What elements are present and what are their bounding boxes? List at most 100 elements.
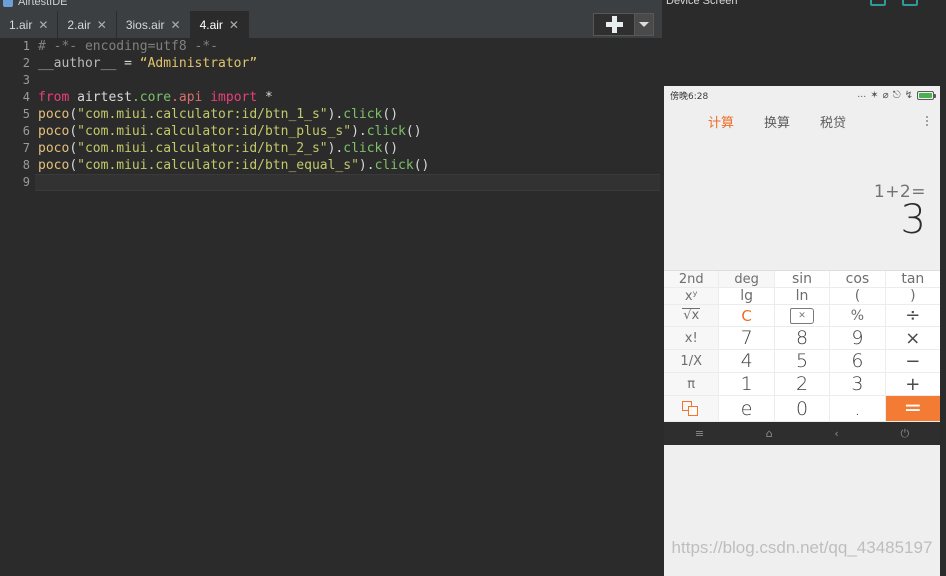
editor-tab-label: 3ios.air: [125, 17, 165, 32]
calculator-key-[interactable]: ): [885, 288, 940, 304]
calculator-key-5[interactable]: 5: [774, 350, 831, 372]
code-token: (): [405, 124, 422, 139]
calculator-key-label: +: [905, 373, 921, 395]
battery-icon: [917, 90, 936, 100]
calculator-key-[interactable]: =: [885, 396, 940, 421]
calculator-key-2[interactable]: 2: [774, 373, 831, 395]
code-token: airtest: [69, 90, 132, 105]
editor-tab[interactable]: 3ios.air ✕: [116, 11, 191, 38]
calculator-key-ln[interactable]: ln: [774, 288, 831, 304]
code-token: (): [382, 107, 399, 122]
add-script-dropdown-button[interactable]: [635, 13, 654, 36]
device-panel-spacer: [662, 8, 946, 86]
calculator-key-label: √x: [682, 307, 701, 323]
calculator-key-cos[interactable]: cos: [830, 271, 886, 287]
code-tokens: # -*- encoding=utf8 -*-: [38, 38, 218, 55]
overflow-menu-icon[interactable]: [926, 116, 932, 126]
phone-screen[interactable]: 傍晚6:28 … ✶ ⌀ ⎋ ↯ 计算 换算 税贷 1+2= 3 2nd deg…: [664, 86, 940, 576]
back-icon[interactable]: ‹: [834, 427, 838, 440]
calculator-key-label: deg: [734, 271, 759, 287]
calculator-key-C[interactable]: C: [719, 305, 775, 326]
code-line[interactable]: 3: [0, 72, 662, 89]
calculator-key-tan[interactable]: tan: [885, 271, 940, 287]
home-icon[interactable]: ⌂: [766, 427, 773, 440]
calculator-key-backspace[interactable]: ✕: [774, 305, 831, 326]
code-line[interactable]: 6 poco("com.miui.calculator:id/btn_plus_s…: [0, 123, 662, 140]
calculator-tab[interactable]: 计算: [708, 112, 734, 131]
add-script-button[interactable]: [593, 13, 635, 36]
calculator-key-8[interactable]: 8: [774, 327, 831, 349]
code-line[interactable]: 2 __author__ = “Administrator”: [0, 55, 662, 72]
calculator-key-2nd[interactable]: 2nd: [664, 271, 720, 287]
power-icon[interactable]: ⏻: [900, 427, 909, 441]
calculator-key-[interactable]: π: [664, 373, 720, 395]
code-tokens: poco("com.miui.calculator:id/btn_equal_s…: [38, 157, 429, 174]
keypad-row: √x C ✕% ÷: [664, 305, 940, 327]
keypad-row: xʸ lg ln (): [664, 288, 940, 305]
editor-tab-bar: 1.air ✕ 2.air ✕ 3ios.air ✕ 4.air ✕: [0, 11, 662, 38]
calculator-key-[interactable]: ×: [885, 327, 940, 349]
calculator-key-label: 6: [851, 350, 864, 372]
keypad-row: 1/X 4 5 6 −: [664, 350, 940, 373]
fullscreen-icon[interactable]: [902, 0, 918, 6]
editor-tab[interactable]: 2.air ✕: [58, 11, 117, 38]
calculator-key-3[interactable]: 3: [830, 373, 886, 395]
code-line[interactable]: 4 from airtest.core.api import *: [0, 89, 662, 106]
calculator-key-[interactable]: (: [830, 288, 886, 304]
code-line-content: [35, 174, 660, 191]
calculator-tab[interactable]: 税贷: [820, 112, 846, 131]
calculator-key-1[interactable]: 1: [719, 373, 775, 395]
code-token: .core: [131, 90, 172, 105]
code-line[interactable]: 9: [0, 174, 662, 191]
calculator-keypad: 2nd deg sin cos tan xʸ lg ln () √x C ✕% ÷ x! 7 8 9 × 1/X 4 5…: [664, 270, 940, 422]
calculator-key-4[interactable]: 4: [719, 350, 775, 372]
calculator-key-x[interactable]: x!: [664, 327, 720, 349]
code-token: ).: [351, 124, 367, 139]
calculator-key-label: 0: [795, 397, 809, 420]
line-number: 2: [22, 56, 30, 70]
status-time: 傍晚6:28: [670, 91, 709, 102]
code-tokens: poco("com.miui.calculator:id/btn_1_s").c…: [38, 106, 398, 123]
line-number: 1: [22, 39, 30, 53]
menu-icon[interactable]: ≡: [695, 427, 704, 440]
code-line[interactable]: 1 # -*- encoding=utf8 -*-: [0, 38, 662, 55]
calculator-key-sin[interactable]: sin: [774, 271, 831, 287]
calculator-key-convert[interactable]: [664, 396, 720, 421]
screenshot-icon[interactable]: [870, 0, 886, 6]
calculator-key-[interactable]: +: [885, 373, 940, 395]
calculator-key-6[interactable]: 6: [830, 350, 886, 372]
convert-icon: [682, 400, 700, 417]
editor-tab-label: 1.air: [9, 17, 33, 32]
line-number: 8: [22, 158, 30, 172]
close-icon[interactable]: ✕: [38, 19, 48, 31]
ellipsis-icon: …: [857, 90, 867, 100]
calculator-key-lg[interactable]: lg: [719, 288, 775, 304]
editor-tab[interactable]: 4.air ✕: [190, 11, 249, 38]
editor-tab[interactable]: 1.air ✕: [0, 11, 59, 38]
code-line[interactable]: 8 poco("com.miui.calculator:id/btn_equal_…: [0, 157, 662, 174]
calculator-key-label: lg: [740, 288, 753, 304]
close-icon[interactable]: ✕: [171, 19, 181, 31]
calculator-key-7[interactable]: 7: [719, 327, 775, 349]
calculator-tab[interactable]: 换算: [764, 112, 790, 131]
calculator-key-[interactable]: %: [830, 305, 886, 326]
calculator-key-deg[interactable]: deg: [719, 271, 775, 287]
calculator-key-x[interactable]: √x: [664, 305, 720, 326]
calculator-key-1X[interactable]: 1/X: [664, 350, 720, 372]
calculator-key-9[interactable]: 9: [830, 327, 886, 349]
calculator-key-[interactable]: .: [830, 396, 886, 421]
calculator-key-[interactable]: ÷: [885, 305, 940, 326]
close-icon[interactable]: ✕: [229, 19, 239, 31]
code-editor[interactable]: 1 # -*- encoding=utf8 -*- 2 __author__ = “A…: [0, 38, 662, 576]
calculator-key-0[interactable]: 0: [774, 396, 831, 421]
code-line[interactable]: 5 poco("com.miui.calculator:id/btn_1_s").…: [0, 106, 662, 123]
calculator-key-x[interactable]: xʸ: [664, 288, 720, 304]
close-icon[interactable]: ✕: [97, 19, 107, 31]
code-token: __author__: [38, 56, 117, 71]
code-token: poco: [38, 158, 70, 173]
calculator-key-[interactable]: −: [885, 350, 940, 372]
code-line[interactable]: 7 poco("com.miui.calculator:id/btn_2_s").…: [0, 140, 662, 157]
calculator-key-e[interactable]: e: [719, 396, 775, 421]
calculator-key-label: ln: [795, 288, 809, 304]
android-status-bar: 傍晚6:28 … ✶ ⌀ ⎋ ↯: [664, 86, 940, 104]
